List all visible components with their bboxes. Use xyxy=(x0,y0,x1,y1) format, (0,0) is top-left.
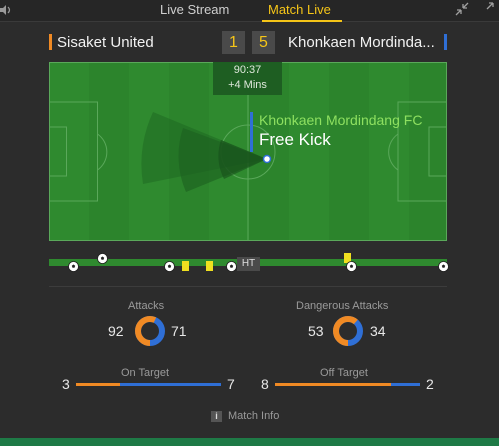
clock-time: 90:37 xyxy=(233,64,262,76)
attacks-home-value: 92 xyxy=(108,323,124,339)
off-target-label: Off Target xyxy=(320,367,368,379)
half-time-marker: HT xyxy=(237,257,260,271)
on-target-home-value: 3 xyxy=(62,376,70,392)
dangerous-attacks-donut xyxy=(333,316,363,346)
football-icon xyxy=(164,261,175,272)
active-tab-indicator xyxy=(262,20,342,22)
match-info-link[interactable]: Match Info xyxy=(228,410,279,422)
dangerous-attacks-home-value: 53 xyxy=(308,323,324,339)
football-icon xyxy=(346,261,357,272)
event-team-color-bar xyxy=(250,112,253,152)
attacks-label: Attacks xyxy=(128,300,165,312)
expand-icon[interactable] xyxy=(478,0,496,18)
away-score: 5 xyxy=(252,31,275,54)
attacks-away-value: 71 xyxy=(171,323,187,339)
away-team-name: Khonkaen Mordinda... xyxy=(288,34,435,51)
yellow-card-icon xyxy=(206,261,213,271)
on-target-away-bar xyxy=(120,383,221,386)
match-clock: 90:37 +4 Mins xyxy=(213,62,282,95)
dangerous-attacks-away-value: 34 xyxy=(370,323,386,339)
clock-added-time: +4 Mins xyxy=(228,79,267,91)
info-icon[interactable]: i xyxy=(211,411,222,422)
yellow-card-icon xyxy=(182,261,189,271)
tab-match-live[interactable]: Match Live xyxy=(268,1,331,19)
home-team-color-bar xyxy=(49,34,52,50)
football-icon xyxy=(68,261,79,272)
divider xyxy=(49,286,447,287)
off-target-away-value: 2 xyxy=(426,376,434,392)
home-team-name: Sisaket United xyxy=(57,34,154,51)
off-target-home-value: 8 xyxy=(261,376,269,392)
on-target-label: On Target xyxy=(121,367,170,379)
home-score: 1 xyxy=(222,31,245,54)
off-target-home-bar xyxy=(275,383,391,386)
on-target-home-bar xyxy=(76,383,120,386)
tab-live-stream[interactable]: Live Stream xyxy=(160,1,229,19)
attacks-donut xyxy=(135,316,165,346)
away-team-color-bar xyxy=(444,34,447,50)
footer-strip xyxy=(0,438,499,446)
top-bar: Live Stream Match Live xyxy=(0,0,499,22)
dangerous-attacks-label: Dangerous Attacks xyxy=(296,300,389,312)
football-icon xyxy=(97,253,108,264)
on-target-away-value: 7 xyxy=(227,376,235,392)
ball-position-marker xyxy=(262,154,272,164)
event-name: Free Kick xyxy=(259,130,331,149)
football-icon xyxy=(438,261,449,272)
volume-icon[interactable] xyxy=(0,3,12,17)
football-icon xyxy=(226,261,237,272)
event-team-name: Khonkaen Mordindang FC xyxy=(259,112,423,128)
off-target-away-bar xyxy=(391,383,420,386)
collapse-icon[interactable] xyxy=(453,0,471,18)
